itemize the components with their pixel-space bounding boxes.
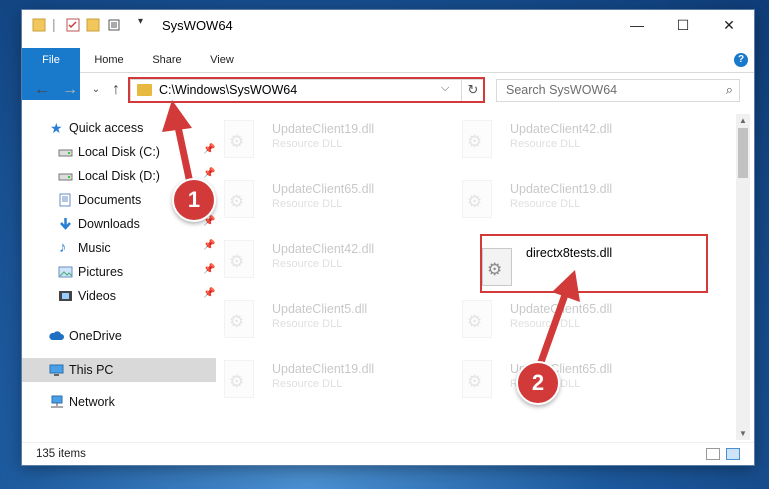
step-1-badge: 1 <box>172 178 216 222</box>
step-2-badge: 2 <box>516 361 560 405</box>
annotation-arrows <box>162 100 580 367</box>
arrow-2 <box>536 270 580 367</box>
arrow-1 <box>162 100 194 184</box>
